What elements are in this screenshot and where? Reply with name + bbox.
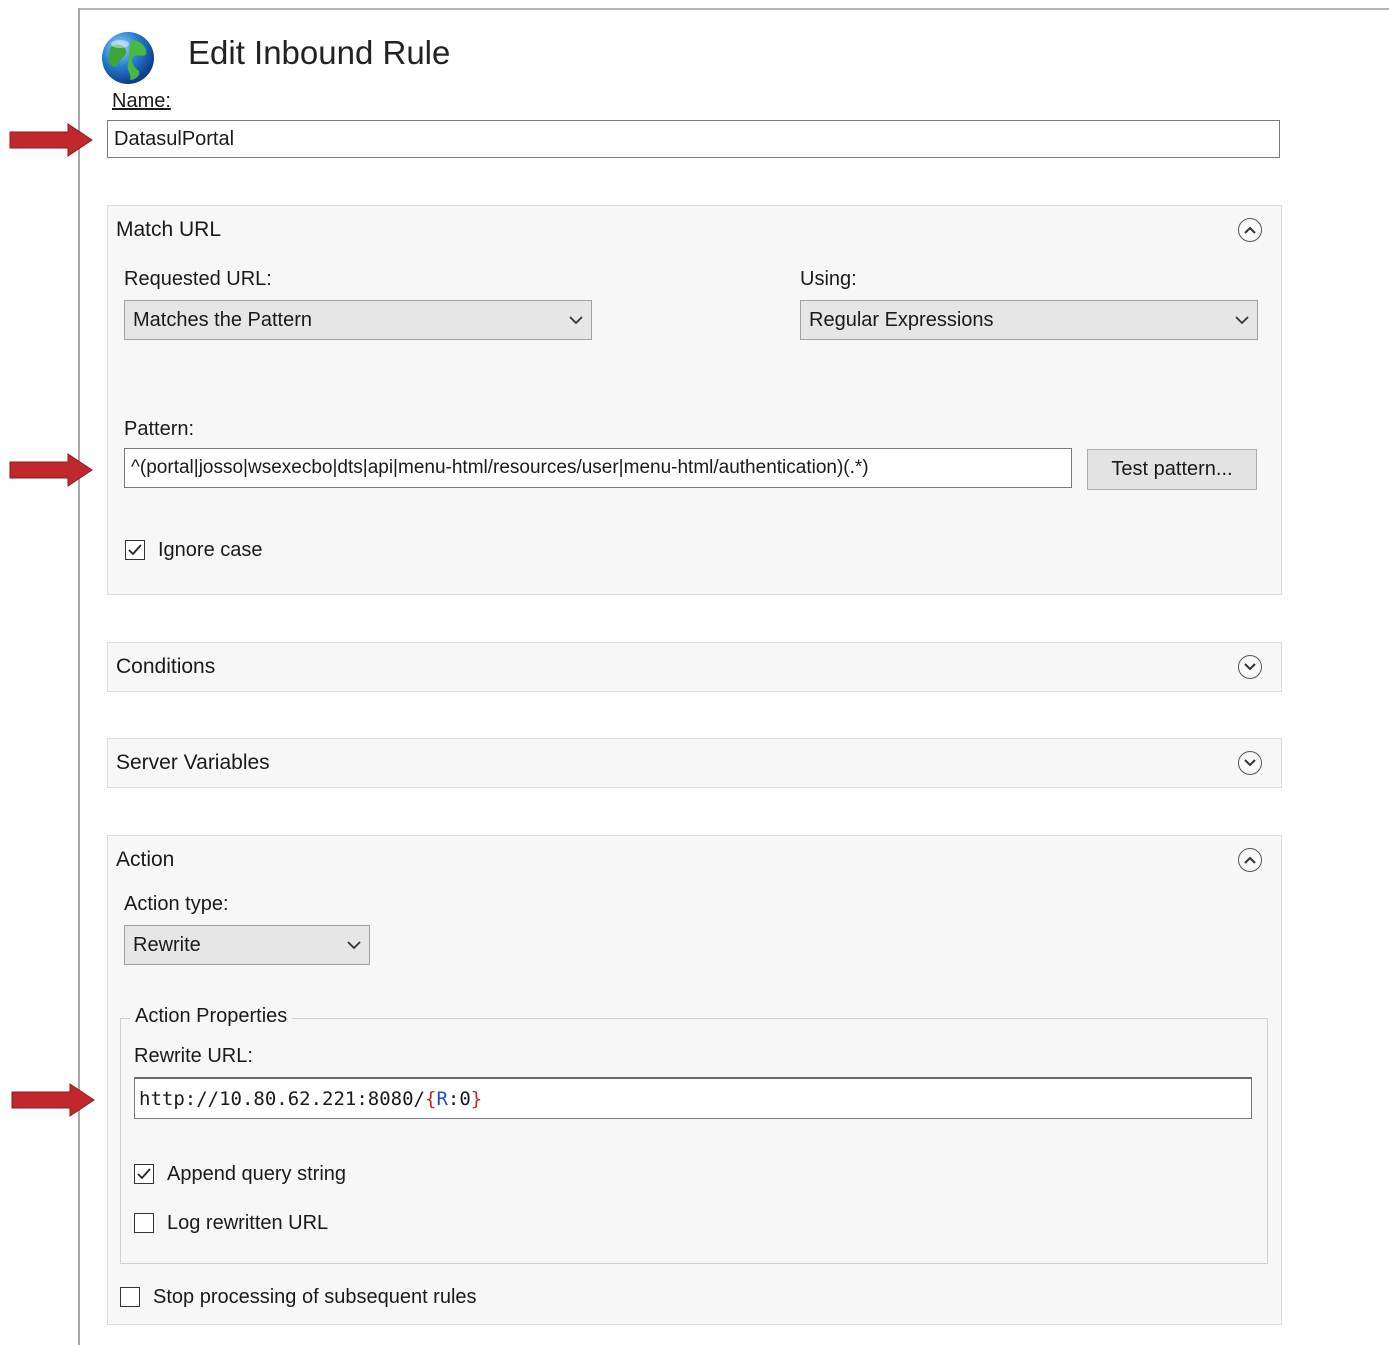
chevron-down-icon [1244, 663, 1256, 671]
test-pattern-button[interactable]: Test pattern... [1087, 449, 1257, 490]
log-rewritten-url-label: Log rewritten URL [167, 1212, 329, 1234]
server-variables-section[interactable] [107, 738, 1282, 788]
match-url-title: Match URL [116, 218, 222, 241]
stop-processing-checkbox[interactable] [120, 1287, 140, 1307]
rewrite-url-open-brace: { [424, 1087, 437, 1110]
checkmark-icon [137, 1168, 151, 1180]
window-left-border [78, 8, 80, 1345]
chevron-down-icon [569, 315, 583, 324]
rewrite-url-input[interactable]: http://10.80.62.221:8080/{R:0} [134, 1077, 1252, 1119]
collapse-action-button[interactable] [1238, 848, 1262, 872]
action-type-value: Rewrite [133, 933, 201, 956]
action-type-select[interactable]: Rewrite [124, 925, 370, 965]
collapse-match-url-button[interactable] [1238, 218, 1262, 242]
name-input[interactable]: DatasulPortal [107, 120, 1280, 158]
log-rewritten-url-checkbox[interactable] [134, 1213, 154, 1233]
action-properties-legend: Action Properties [130, 1005, 293, 1028]
using-label: Using: [800, 268, 857, 290]
annotation-arrow-name [9, 123, 93, 157]
requested-url-select[interactable]: Matches the Pattern [124, 300, 592, 340]
using-select[interactable]: Regular Expressions [800, 300, 1258, 340]
expand-server-variables-button[interactable] [1238, 751, 1262, 775]
rewrite-url-variable: R [436, 1087, 448, 1110]
append-query-string-checkbox[interactable] [134, 1164, 154, 1184]
pattern-label: Pattern: [124, 418, 195, 440]
chevron-up-icon [1244, 856, 1256, 864]
rewrite-url-prefix: http://10.80.62.221:8080/ [139, 1087, 425, 1110]
match-url-section [107, 205, 1282, 595]
chevron-down-icon [1244, 759, 1256, 767]
action-title: Action [116, 848, 175, 871]
name-input-value: DatasulPortal [114, 127, 235, 150]
requested-url-label: Requested URL: [124, 268, 272, 290]
ignore-case-label: Ignore case [158, 539, 263, 561]
checkmark-icon [128, 544, 142, 556]
append-query-string-label: Append query string [167, 1163, 347, 1185]
rewrite-url-label: Rewrite URL: [134, 1045, 253, 1067]
globe-icon [102, 32, 154, 84]
name-label: Name: [112, 90, 171, 112]
page-title: Edit Inbound Rule [188, 34, 451, 71]
using-value: Regular Expressions [809, 308, 994, 331]
server-variables-title: Server Variables [116, 751, 270, 774]
rewrite-url-rest: :0 [447, 1087, 471, 1110]
conditions-section[interactable] [107, 642, 1282, 692]
requested-url-value: Matches the Pattern [133, 308, 312, 331]
test-pattern-label: Test pattern... [1111, 458, 1233, 480]
rewrite-url-close-brace: } [470, 1087, 483, 1110]
chevron-down-icon [347, 940, 361, 949]
chevron-up-icon [1244, 226, 1256, 234]
window-top-border [78, 8, 1389, 10]
expand-conditions-button[interactable] [1238, 655, 1262, 679]
chevron-down-icon [1235, 315, 1249, 324]
stop-processing-label: Stop processing of subsequent rules [153, 1286, 477, 1308]
action-type-label: Action type: [124, 893, 229, 915]
conditions-title: Conditions [116, 655, 216, 678]
ignore-case-checkbox[interactable] [125, 540, 145, 560]
pattern-input-value: ^(portal|josso|wsexecbo|dts|api|menu-htm… [131, 457, 869, 478]
annotation-arrow-pattern [9, 453, 93, 487]
pattern-input[interactable]: ^(portal|josso|wsexecbo|dts|api|menu-htm… [124, 448, 1072, 488]
annotation-arrow-rewrite-url [11, 1083, 95, 1117]
